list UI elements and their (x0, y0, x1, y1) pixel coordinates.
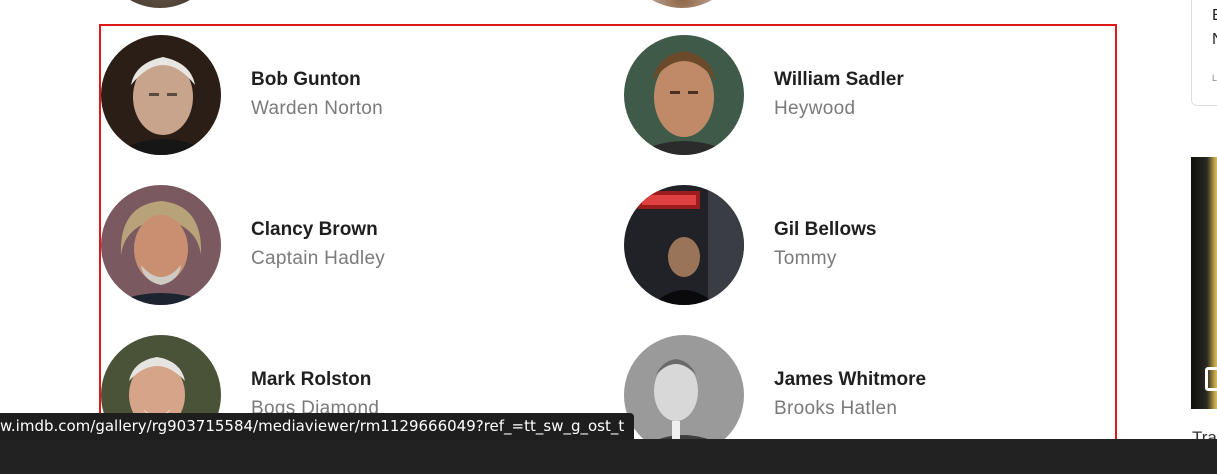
cast-item[interactable]: James Whitmore Brooks Hatlen (624, 335, 926, 446)
sidebar-card-text: E (1212, 7, 1217, 25)
sidebar-card-text: N (1212, 31, 1217, 49)
actor-name[interactable]: William Sadler (774, 68, 904, 92)
video-icon (1205, 367, 1217, 391)
previous-row-avatar-right[interactable] (622, 0, 742, 8)
actor-photo[interactable] (624, 35, 744, 155)
actor-photo[interactable] (624, 185, 744, 305)
actor-name[interactable]: Clancy Brown (251, 218, 385, 242)
actor-name[interactable]: James Whitmore (774, 368, 926, 392)
actor-name[interactable]: Gil Bellows (774, 218, 876, 242)
sidebar-card-subtext: L (1212, 73, 1217, 83)
actor-name[interactable]: Mark Rolston (251, 368, 379, 392)
character-name: Captain Hadley (251, 248, 386, 269)
cast-item[interactable]: William Sadler Heywood (624, 35, 904, 155)
status-bar-url: w.imdb.com/gallery/rg903715584/mediaview… (0, 413, 635, 440)
character-name: Tommy (774, 248, 837, 269)
actor-photo[interactable] (101, 185, 221, 305)
actor-name[interactable]: Bob Gunton (251, 68, 383, 92)
previous-row-avatar-left[interactable] (100, 0, 220, 8)
cast-item[interactable]: Gil Bellows Tommy (624, 185, 876, 305)
character-name: Heywood (774, 98, 856, 119)
bottom-bar (0, 439, 1217, 474)
cast-item[interactable]: Bob Gunton Warden Norton (101, 35, 383, 155)
character-name: Warden Norton (251, 98, 384, 119)
actor-photo[interactable] (624, 335, 744, 446)
actor-photo[interactable] (101, 35, 221, 155)
cast-item[interactable]: Clancy Brown Captain Hadley (101, 185, 385, 305)
sidebar-card[interactable]: E N L (1191, 0, 1217, 106)
cast-list-highlight: Bob Gunton Warden Norton William Sadler … (99, 24, 1117, 448)
sidebar-video-thumbnail[interactable] (1191, 157, 1217, 409)
character-name: Brooks Hatlen (774, 398, 898, 419)
